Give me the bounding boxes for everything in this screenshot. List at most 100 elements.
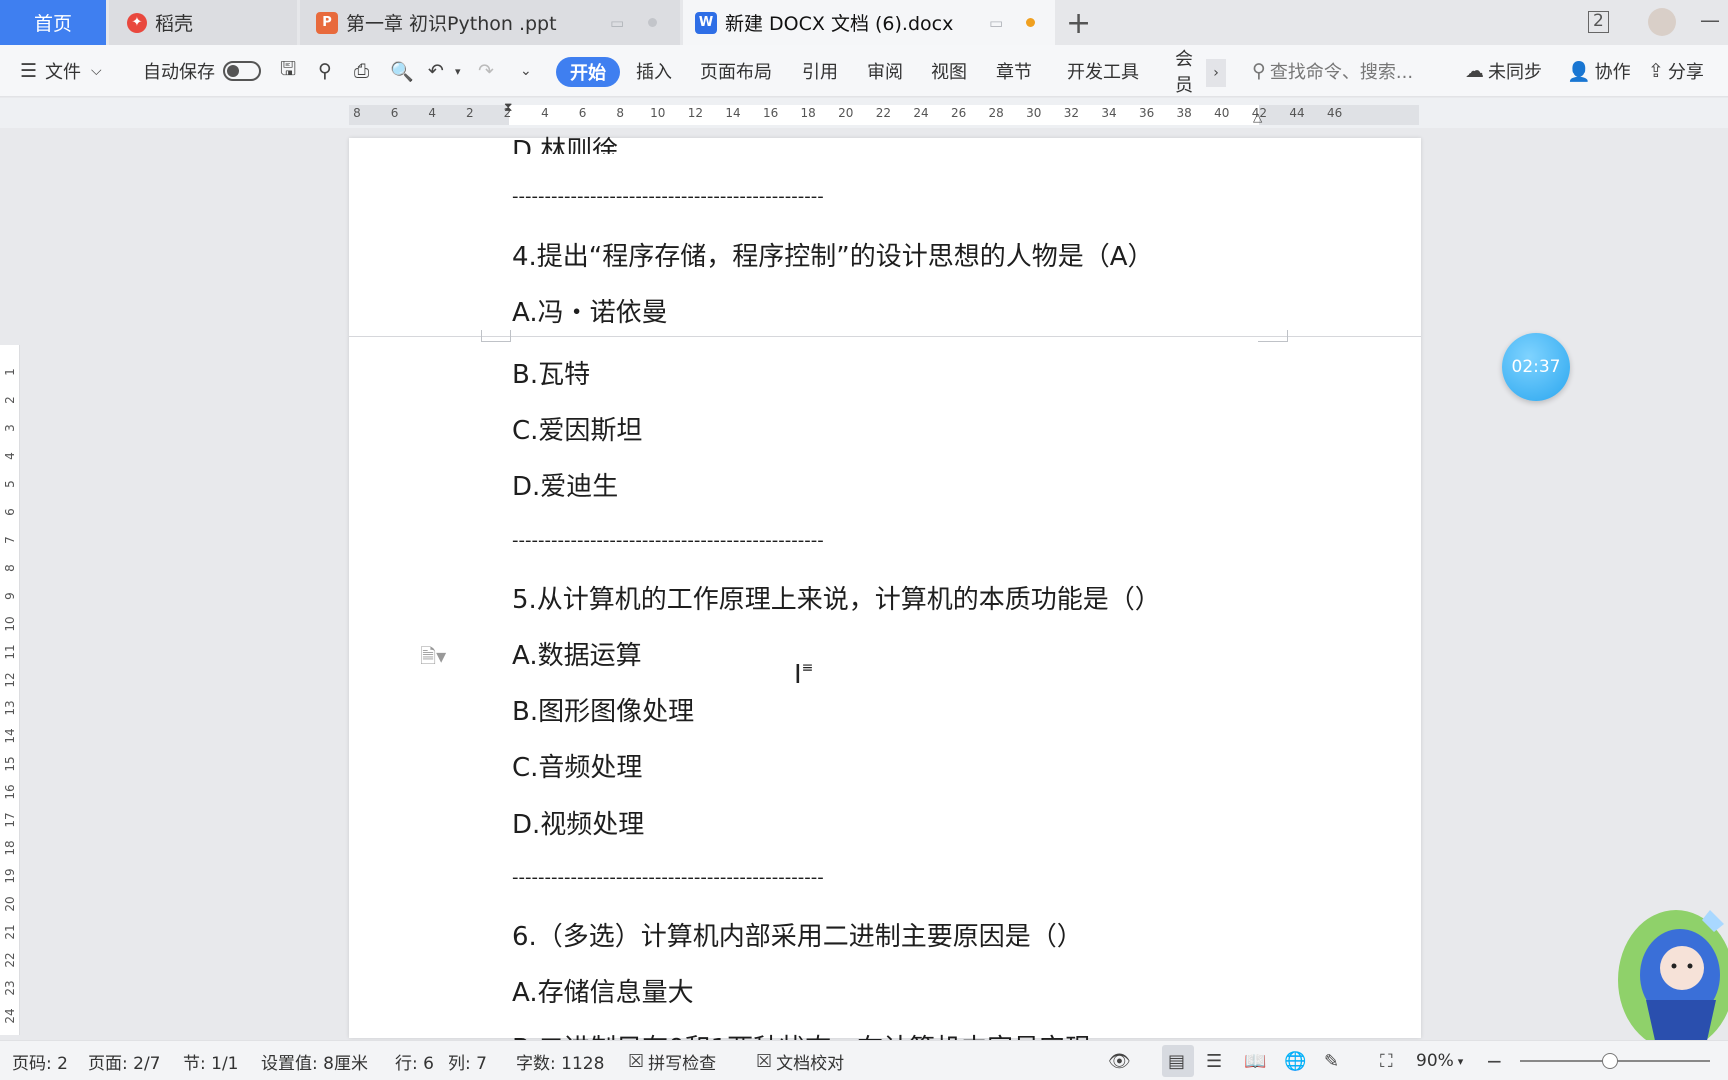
eye-protection-icon[interactable]: 👁 [1108,1041,1131,1080]
tab-developer[interactable]: 开发工具 [1067,45,1139,97]
recording-timer[interactable]: 02:37 [1502,333,1570,401]
reading-mode-icon[interactable]: 📖 [1244,1041,1266,1080]
paragraph-menu-icon[interactable]: 🗎▾ [420,642,446,676]
quick-access-more-icon[interactable]: ⌄ [520,45,532,97]
spell-check-button[interactable]: ☒ 拼写检查 [628,1041,716,1080]
tab-start[interactable]: 开始 [556,57,620,87]
indent-marker-icon[interactable]: ⧗ [504,100,512,115]
ruler-tick-label: 3 [3,424,17,432]
undo-icon[interactable]: ↶ [428,45,444,97]
cloud-icon: ☁ [1465,60,1484,82]
monitor-icon[interactable]: ▭ [989,14,1003,32]
doc-separator: ----------------------------------------… [512,530,824,551]
zoom-level[interactable]: 90% ▾ [1416,1041,1463,1080]
file-menu[interactable]: ☰ 文件 ⌵ [20,45,102,97]
window-count-icon[interactable]: 2 [1588,11,1609,33]
tab-chapter[interactable]: 章节 [996,45,1032,97]
ruler-tick-label: 11 [3,644,17,660]
format-painter-icon[interactable]: ⚲ [318,45,332,97]
option-6a: A.存储信息量大 [512,978,694,1008]
page-code[interactable]: 页码: 2 [12,1041,68,1080]
ruler-tick-label: 4 [3,452,17,460]
share-button[interactable]: ⇪ 分享 [1648,45,1704,97]
ruler-tick-label: 4 [428,106,437,120]
ruler-tick-label: 23 [3,980,17,996]
ruler-tick-label: 2 [3,396,17,404]
print-preview-icon[interactable]: 🔍 [390,45,414,97]
ruler-tick-label: 8 [616,106,625,120]
autosave-switch[interactable] [223,61,261,81]
margin-corner-mark [481,330,511,342]
word-count[interactable]: 字数: 1128 [516,1041,604,1080]
question-5: 5.从计算机的工作原理上来说，计算机的本质功能是（） [512,585,1161,615]
ruler-tick-label: 44 [1289,106,1305,120]
fit-page-icon[interactable]: ⛶ [1380,1041,1393,1080]
tab-view[interactable]: 视图 [931,45,967,97]
setting-value[interactable]: 设置值: 8厘米 [261,1041,368,1080]
section-count[interactable]: 节: 1/1 [183,1041,239,1080]
ruler-tick-label: 5 [3,480,17,488]
tab-daoke[interactable]: ✦ 稻壳 [109,0,297,45]
ruler-tick-label: 14 [3,728,17,744]
page-view-icon[interactable]: ▤ [1168,1041,1185,1080]
ruler-tick-label: 8 [353,106,361,120]
doc-line-cut-top: D.林则徐 [512,136,619,154]
ruler-tick-label: 34 [1101,106,1117,120]
autosave-toggle[interactable]: 自动保存 [143,45,261,97]
doc-proof-button[interactable]: ☒ 文档校对 [756,1041,844,1080]
tab-close-dot-icon[interactable] [648,18,657,27]
sync-status[interactable]: ☁ 未同步 [1465,45,1542,97]
collaborate-button[interactable]: 👤 协作 [1567,45,1631,97]
tab-ppt-file[interactable]: P 第一章 初识Python .ppt ▭ [300,0,680,45]
ruler-tick-label: 18 [800,106,816,120]
right-indent-marker-icon[interactable]: △ [1253,110,1262,124]
collaborate-label: 协作 [1594,62,1631,83]
tab-docx-label: 新建 DOCX 文档 (6).docx [725,13,954,35]
question-4: 4.提出“程序存储，程序控制”的设计思想的人物是（A） [512,242,1154,272]
tab-home[interactable]: 首页 [0,0,106,45]
new-tab-icon[interactable]: + [1066,6,1091,41]
page-count[interactable]: 页面: 2/7 [88,1041,161,1080]
ruler-tick-label: 30 [1026,106,1042,120]
mascot-sticker[interactable] [1606,880,1728,1050]
monitor-icon[interactable]: ▭ [610,14,624,32]
ruler-tick-label: 24 [3,1008,17,1024]
option-4b: B.瓦特 [512,360,591,390]
command-search[interactable]: ⚲ 查找命令、搜索... [1252,45,1413,97]
tab-review[interactable]: 审阅 [867,45,903,97]
ruler-tick-label: 40 [1214,106,1230,120]
daoke-logo-icon: ✦ [127,12,147,33]
tab-references[interactable]: 引用 [802,45,838,97]
spell-check-label: 拼写检查 [648,1053,717,1074]
tab-docx-file[interactable]: W 新建 DOCX 文档 (6).docx ▭ [683,0,1055,45]
ruler-tick-label: 21 [3,924,17,940]
vertical-ruler[interactable]: 1 2 3 4 5 6 7 8 9 10 11 12 13 14 15 16 17 18 19 20 21 22 23 24 [0,345,20,1035]
write-mode-icon[interactable]: ✎ [1324,1041,1339,1080]
ruler-tick-label: 32 [1063,106,1080,120]
zoom-slider-handle[interactable] [1602,1053,1618,1069]
avatar[interactable] [1648,8,1676,36]
save-icon[interactable]: 🖫 [280,45,296,97]
hamburger-menu-icon: ☰ [20,60,38,82]
tab-insert[interactable]: 插入 [636,45,672,97]
print-icon[interactable]: ⎙ [354,45,369,97]
ruler-tick-label: 16 [3,784,17,800]
zoom-out-icon[interactable]: − [1486,1041,1503,1080]
ruler-tick-label: 20 [3,896,17,912]
horizontal-ruler[interactable]: 8 6 4 2 2 4 6 8 10 12 14 16 18 20 22 24 26 28 30 32 34 36 38 40… [0,98,1728,128]
row-position: 行: 6 [395,1053,434,1074]
ruler-tick-label: 8 [3,564,17,572]
tab-member[interactable]: 会员 [1175,45,1203,97]
redo-icon[interactable]: ↷ [478,45,494,97]
minimize-icon[interactable]: — [1700,8,1720,32]
web-layout-icon[interactable]: 🌐 [1284,1041,1306,1080]
tab-developer-label: 开发工具 [1067,62,1139,83]
doc-line-cut-bottom: B.二进制只有0和1两种状态，在计算机中容易实现 [512,1028,1091,1040]
outline-view-icon[interactable]: ☰ [1206,1041,1222,1080]
ruler-tick-label: 15 [3,756,17,772]
tab-page-layout[interactable]: 页面布局 [700,45,772,97]
undo-dropdown-icon[interactable]: ▾ [455,45,461,97]
ruler-tick-label: 7 [3,536,17,544]
ribbon-scroll-right-icon[interactable]: › [1206,59,1226,87]
unsaved-dot-icon[interactable] [1026,18,1035,27]
